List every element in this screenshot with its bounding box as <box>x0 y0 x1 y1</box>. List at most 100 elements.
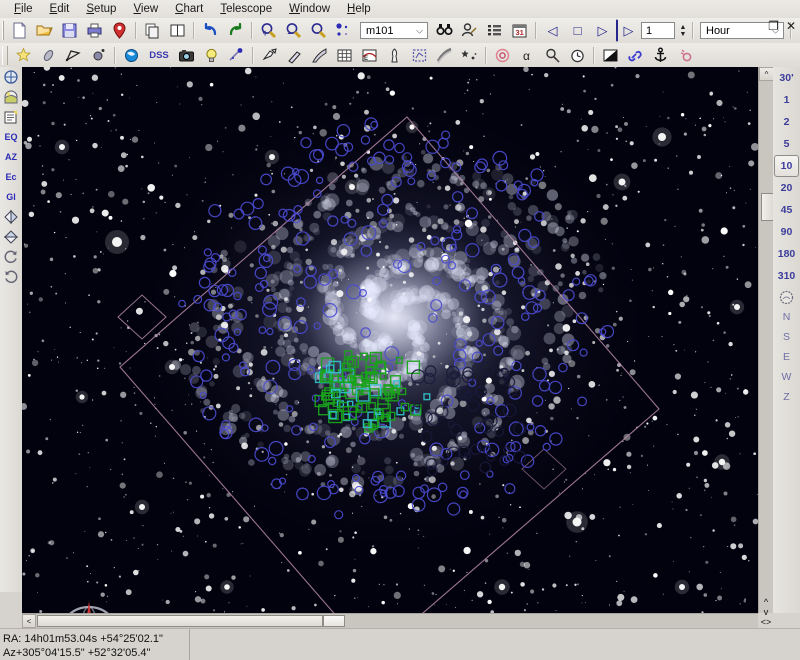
zoom-level-30arcmin[interactable]: 30' <box>774 67 799 89</box>
sidebar-chart-list-icon[interactable] <box>1 107 21 127</box>
pink-marker-icon[interactable] <box>674 44 697 67</box>
zoom-out-icon[interactable]: – <box>282 19 305 42</box>
direction-z[interactable]: Z <box>774 387 799 407</box>
close-window-button[interactable]: ✕ <box>786 20 796 32</box>
menu-telescope[interactable]: Telescope <box>212 2 281 16</box>
restore-window-button[interactable]: ❐ <box>768 20 779 32</box>
star-magnitude-icon[interactable] <box>332 19 355 42</box>
menu-help[interactable]: Help <box>339 2 380 16</box>
corner-up-arrow[interactable]: ^ <box>764 597 768 607</box>
milky-way-icon[interactable] <box>308 44 331 67</box>
menu-file[interactable]: File <box>6 2 42 16</box>
star-labels-icon[interactable] <box>458 44 481 67</box>
sidebar-coord-az[interactable]: AZ <box>1 147 21 167</box>
sidebar-coord-eq[interactable]: EQ <box>1 127 21 147</box>
show-planets-icon[interactable] <box>87 44 110 67</box>
sidebar-coord-gl[interactable]: Gl <box>1 187 21 207</box>
light-bulb-icon[interactable] <box>200 44 223 67</box>
magic-wand-icon[interactable] <box>283 44 306 67</box>
corner-lr-arrows[interactable]: <> <box>761 617 772 627</box>
search-magnifier-icon[interactable] <box>541 44 564 67</box>
vscroll-track[interactable] <box>759 81 774 613</box>
link-chart-icon[interactable] <box>624 44 647 67</box>
zoom-in-icon[interactable]: + <box>257 19 280 42</box>
show-earth-shadow-icon[interactable] <box>120 44 143 67</box>
save-file-icon[interactable] <box>58 19 81 42</box>
zoom-level-180[interactable]: 180 <box>774 243 799 265</box>
sidebar-rotate-right-icon[interactable] <box>1 247 21 267</box>
sidebar-rotate-left-icon[interactable] <box>1 267 21 287</box>
sidebar-flip-horizontal-icon[interactable] <box>1 207 21 227</box>
copy-chart-icon[interactable] <box>141 19 164 42</box>
play-animation-icon[interactable]: ▷ <box>616 19 640 42</box>
step-backward-icon[interactable]: ◁ <box>541 19 564 42</box>
menu-window[interactable]: Window <box>281 2 339 16</box>
clock-icon[interactable] <box>566 44 589 67</box>
red-circle-icon[interactable] <box>491 44 514 67</box>
open-file-icon[interactable] <box>33 19 56 42</box>
anchor-icon[interactable] <box>649 44 672 67</box>
grid-icon[interactable] <box>333 44 356 67</box>
zoom-level-1[interactable]: 1 <box>774 89 799 111</box>
sidebar-flip-vertical-icon[interactable] <box>1 227 21 247</box>
direction-n[interactable]: N <box>774 307 799 327</box>
toolbar-grip[interactable] <box>2 21 4 40</box>
undo-icon[interactable] <box>199 19 222 42</box>
menu-view[interactable]: View <box>125 2 167 16</box>
equator-grid-icon[interactable]: E <box>358 44 381 67</box>
constellation-figures-icon[interactable] <box>383 44 406 67</box>
chevron-down-icon[interactable]: ⌵ <box>416 25 423 36</box>
zoom-level-310[interactable]: 310 <box>774 265 799 287</box>
show-constellation-lines-icon[interactable] <box>62 44 85 67</box>
ecliptic-line-icon[interactable] <box>433 44 456 67</box>
split-window-icon[interactable] <box>166 19 189 42</box>
show-nebulae-icon[interactable] <box>37 44 60 67</box>
full-sky-icon[interactable] <box>774 287 799 307</box>
menu-edit[interactable]: Edit <box>42 2 79 16</box>
chart-corner-scroll-arrows[interactable]: ^ v <> <box>758 596 774 628</box>
invert-colors-icon[interactable] <box>599 44 622 67</box>
zoom-reset-icon[interactable] <box>307 19 330 42</box>
time-step-value-field[interactable]: 1 <box>641 22 675 39</box>
calendar-icon[interactable]: 31 <box>508 19 531 42</box>
hscroll-track-filled[interactable] <box>37 615 323 627</box>
corner-down-arrow[interactable]: v <box>764 607 769 617</box>
dss-image-label[interactable]: DSS <box>145 44 173 67</box>
spinner-down-arrow[interactable]: ▼ <box>680 31 687 38</box>
time-step-spinner[interactable]: ▲▼ <box>677 22 689 39</box>
scroll-up-arrow[interactable]: ^ <box>759 67 774 81</box>
sidebar-target-icon[interactable] <box>1 67 21 87</box>
zoom-level-10[interactable]: 10 <box>774 155 799 177</box>
hscroll-thumb[interactable] <box>323 615 345 627</box>
chart-toolbar-grip[interactable] <box>2 46 8 65</box>
chart-vertical-scrollbar[interactable]: ^ <box>758 67 774 613</box>
redo-icon[interactable] <box>224 19 247 42</box>
asteroid-icon[interactable] <box>258 44 281 67</box>
sky-chart-canvas[interactable]: 02'10' <box>22 67 758 613</box>
zoom-level-2[interactable]: 2 <box>774 111 799 133</box>
constellation-boundaries-icon[interactable] <box>408 44 431 67</box>
zoom-level-5[interactable]: 5 <box>774 133 799 155</box>
direction-s[interactable]: S <box>774 327 799 347</box>
zoom-level-90[interactable]: 90 <box>774 221 799 243</box>
scroll-left-arrow[interactable]: < <box>22 614 36 628</box>
alpha-label-icon[interactable]: α <box>516 44 539 67</box>
camera-image-icon[interactable] <box>175 44 198 67</box>
print-icon[interactable] <box>83 19 106 42</box>
show-stars-icon[interactable] <box>12 44 35 67</box>
zoom-level-45[interactable]: 45 <box>774 199 799 221</box>
object-search-combo[interactable]: m101⌵ <box>360 22 428 39</box>
location-pin-icon[interactable] <box>108 19 131 42</box>
new-chart-icon[interactable] <box>8 19 31 42</box>
direction-w[interactable]: W <box>774 367 799 387</box>
chart-horizontal-scrollbar[interactable]: < <box>22 613 758 628</box>
comet-icon[interactable] <box>225 44 248 67</box>
find-object-icon[interactable] <box>433 19 456 42</box>
menu-setup[interactable]: Setup <box>78 2 125 16</box>
object-list-icon[interactable] <box>483 19 506 42</box>
zoom-level-20[interactable]: 20 <box>774 177 799 199</box>
stop-time-icon[interactable]: □ <box>566 19 589 42</box>
step-forward-icon[interactable]: ▷ <box>591 19 614 42</box>
spinner-up-arrow[interactable]: ▲ <box>680 24 687 31</box>
menu-chart[interactable]: Chart <box>167 2 212 16</box>
